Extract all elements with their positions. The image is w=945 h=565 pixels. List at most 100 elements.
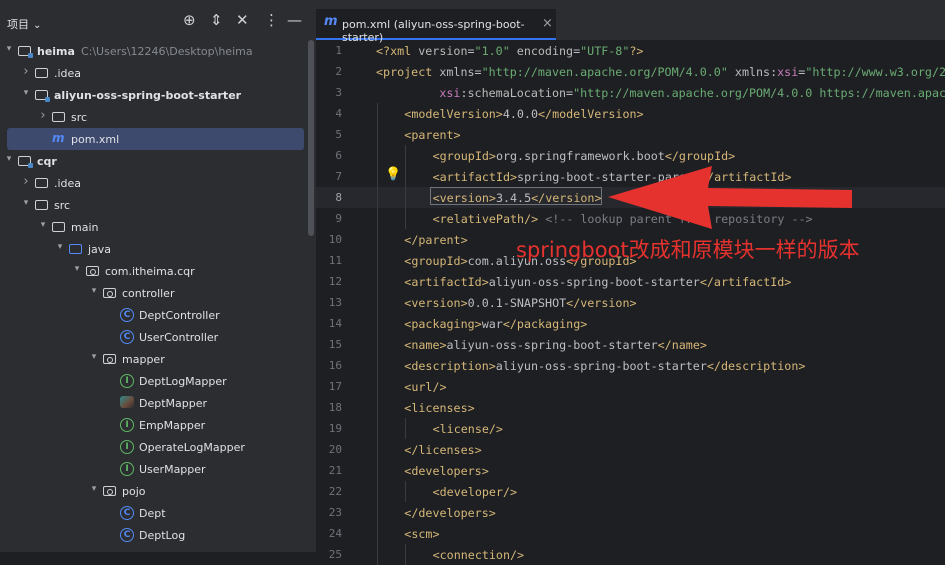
code-line[interactable]: 19 <license/> bbox=[316, 418, 945, 439]
indent-guide bbox=[377, 502, 378, 523]
tree-item[interactable]: ▾ cqr bbox=[0, 150, 310, 172]
tree-item[interactable]: I UserMapper bbox=[0, 458, 310, 480]
code-token: <url/> bbox=[404, 380, 447, 394]
locate-icon[interactable]: ⊕ bbox=[183, 12, 196, 28]
tree-item[interactable]: ▾ mapper bbox=[0, 348, 310, 370]
tab-pom-xml[interactable]: m pom.xml (aliyun-oss-spring-boot-starte… bbox=[316, 9, 556, 44]
chevron-down-icon[interactable]: ▾ bbox=[89, 352, 99, 362]
tree-item[interactable]: › .idea bbox=[0, 172, 310, 194]
code-line[interactable]: 24 <scm> bbox=[316, 523, 945, 544]
tree-item[interactable]: I DeptLogMapper bbox=[0, 370, 310, 392]
code-line[interactable]: 17 <url/> bbox=[316, 376, 945, 397]
close-icon[interactable]: × bbox=[542, 16, 553, 31]
code-token: <version> bbox=[404, 296, 468, 310]
expand-all-icon[interactable]: ⇕ bbox=[210, 12, 223, 28]
code-text: <relativePath/> <!-- lookup parent from … bbox=[433, 212, 813, 226]
chevron-down-icon[interactable]: ▾ bbox=[89, 286, 99, 296]
tree-item[interactable]: ▾ src bbox=[0, 194, 310, 216]
code-line[interactable]: 7 <artifactId>spring-boot-starter-parent<… bbox=[316, 166, 945, 187]
code-line[interactable]: 3 xsi:schemaLocation="http://maven.apach… bbox=[316, 82, 945, 103]
code-line[interactable]: 12 <artifactId>aliyun-oss-spring-boot-sta… bbox=[316, 271, 945, 292]
line-number: 18 bbox=[328, 401, 342, 414]
chevron-down-icon[interactable]: ▾ bbox=[21, 88, 31, 98]
tree-item[interactable]: C Dept bbox=[0, 502, 310, 524]
indent-guide bbox=[377, 103, 378, 124]
editor-tab-bar: m pom.xml (aliyun-oss-spring-boot-starte… bbox=[316, 0, 945, 44]
code-line[interactable]: 15 <name>aliyun-oss-spring-boot-starter</… bbox=[316, 334, 945, 355]
code-token: aliyun-oss-spring-boot-starter bbox=[495, 359, 707, 373]
tree-item-label: aliyun-oss-spring-boot-starter bbox=[54, 89, 242, 102]
chevron-down-icon[interactable]: ▾ bbox=[38, 220, 48, 230]
code-line[interactable]: 21 <developers> bbox=[316, 460, 945, 481]
code-line[interactable]: 8 <version>3.4.5</version> bbox=[316, 187, 945, 208]
tree-item[interactable]: ▾ pojo bbox=[0, 480, 310, 502]
tree-item-label: src bbox=[71, 111, 88, 124]
chevron-down-icon[interactable]: ▾ bbox=[4, 44, 14, 54]
code-token: 3.4.5 bbox=[495, 191, 532, 205]
indent-guide bbox=[377, 250, 378, 271]
package-icon bbox=[86, 266, 99, 276]
chevron-down-icon[interactable]: ▾ bbox=[21, 198, 31, 208]
code-line[interactable]: 9 <relativePath/> <!-- lookup parent from… bbox=[316, 208, 945, 229]
tree-item[interactable]: C UserController bbox=[0, 326, 310, 348]
chevron-down-icon[interactable]: ▾ bbox=[89, 484, 99, 494]
tree-item[interactable]: ▾ com.itheima.cqr bbox=[0, 260, 310, 282]
tree-item[interactable]: ▾ controller bbox=[0, 282, 310, 304]
line-number: 16 bbox=[328, 359, 342, 372]
indent-guide bbox=[377, 439, 378, 460]
project-header: 项目 ⌄ ⊕ ⇕ ✕ ⋮ — bbox=[0, 0, 316, 40]
code-token: </groupId> bbox=[664, 149, 736, 163]
tree-item[interactable]: ▾ main bbox=[0, 216, 310, 238]
line-number: 3 bbox=[335, 86, 342, 99]
code-token: "http://www.w3.org/20 bbox=[805, 65, 945, 79]
chevron-down-icon[interactable]: ▾ bbox=[4, 154, 14, 164]
indent-guide bbox=[377, 166, 378, 187]
maven-file-icon: m bbox=[324, 14, 338, 29]
code-line[interactable]: 4 <modelVersion>4.0.0</modelVersion> bbox=[316, 103, 945, 124]
line-number: 4 bbox=[335, 107, 342, 120]
chevron-right-icon[interactable]: › bbox=[21, 64, 31, 79]
tree-item[interactable]: I OperateLogMapper bbox=[0, 436, 310, 458]
tree-item[interactable]: DeptMapper bbox=[0, 392, 310, 414]
indent-guide bbox=[405, 544, 407, 565]
hide-panel-icon[interactable]: — bbox=[287, 12, 302, 28]
code-line[interactable]: 25 <connection/> bbox=[316, 544, 945, 565]
chevron-down-icon[interactable]: ▾ bbox=[72, 264, 82, 274]
tree-item[interactable]: ▾ heima C:\Users\12246\Desktop\heima bbox=[0, 40, 310, 62]
code-line[interactable]: 14 <packaging>war</packaging> bbox=[316, 313, 945, 334]
code-line[interactable]: 18 <licenses> bbox=[316, 397, 945, 418]
code-token: xmlns bbox=[734, 65, 771, 79]
code-line[interactable]: 23 </developers> bbox=[316, 502, 945, 523]
tree-item[interactable]: I EmpMapper bbox=[0, 414, 310, 436]
code-line[interactable]: 20 </licenses> bbox=[316, 439, 945, 460]
chevron-right-icon[interactable]: › bbox=[21, 174, 31, 189]
tree-item[interactable]: ▾ aliyun-oss-spring-boot-starter bbox=[0, 84, 310, 106]
options-menu-icon[interactable]: ⋮ bbox=[264, 12, 279, 28]
indent-guide bbox=[377, 124, 378, 145]
code-line[interactable]: 6 <groupId>org.springframework.boot</grou… bbox=[316, 145, 945, 166]
code-token: xmlns bbox=[439, 65, 475, 79]
tree-item[interactable]: C DeptController bbox=[0, 304, 310, 326]
collapse-all-icon[interactable]: ✕ bbox=[236, 12, 249, 28]
code-line[interactable]: 16 <description>aliyun-oss-spring-boot-st… bbox=[316, 355, 945, 376]
chevron-down-icon[interactable]: ▾ bbox=[55, 242, 65, 252]
code-line[interactable]: 13 <version>0.0.1-SNAPSHOT</version> bbox=[316, 292, 945, 313]
tree-item[interactable]: › src bbox=[0, 106, 310, 128]
tree-item[interactable]: m pom.xml bbox=[7, 128, 304, 150]
code-text: <artifactId>aliyun-oss-spring-boot-start… bbox=[404, 275, 791, 289]
tree-item[interactable]: ▾ java bbox=[0, 238, 310, 260]
tree-item[interactable]: C DeptLog bbox=[0, 524, 310, 546]
code-line[interactable]: 2 <project xmlns="http://maven.apache.org… bbox=[316, 61, 945, 82]
package-icon bbox=[103, 288, 116, 298]
code-line[interactable]: 5 <parent> bbox=[316, 124, 945, 145]
code-token: "http://maven.apache.org/POM/4.0.0" bbox=[481, 65, 728, 79]
lightbulb-icon[interactable]: 💡 bbox=[385, 167, 401, 182]
project-title: 项目 bbox=[7, 18, 29, 31]
code-line[interactable]: 22 <developer/> bbox=[316, 481, 945, 502]
code-line[interactable]: 1 <?xml version="1.0" encoding="UTF-8"?> bbox=[316, 40, 945, 61]
chevron-right-icon[interactable]: › bbox=[38, 108, 48, 123]
project-view-selector[interactable]: 项目 ⌄ bbox=[7, 16, 41, 32]
tree-scrollbar[interactable] bbox=[308, 40, 314, 236]
tree-item[interactable]: › .idea bbox=[0, 62, 310, 84]
